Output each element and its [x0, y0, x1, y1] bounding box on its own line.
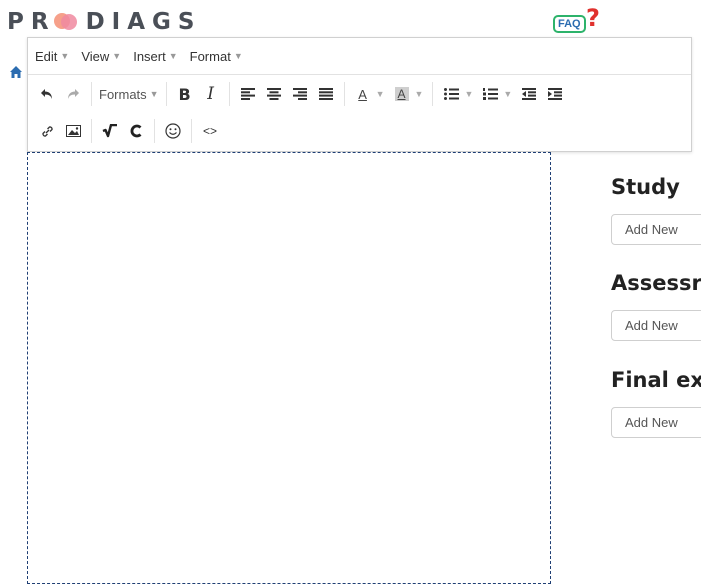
toolbar-separator: [165, 82, 167, 106]
section-title-assessment: Assessr: [611, 271, 701, 295]
menu-edit-label: Edit: [35, 48, 58, 64]
toolbar-separator: [343, 82, 345, 106]
align-justify-icon: [318, 88, 333, 100]
toolbar-separator: [154, 119, 155, 143]
align-right-button[interactable]: [289, 81, 311, 107]
caret-icon: ▼: [60, 51, 70, 61]
toolbar-separator: [432, 82, 434, 106]
bullet-list-button[interactable]: [440, 81, 462, 107]
background-color-caret-icon[interactable]: ▼: [415, 89, 424, 99]
align-justify-button[interactable]: [315, 81, 337, 107]
text-color-button[interactable]: A: [352, 81, 374, 107]
align-left-icon: [240, 88, 255, 100]
undo-button[interactable]: [36, 81, 58, 107]
section-title-final-exam: Final ex: [611, 368, 701, 392]
background-color-label: A: [394, 87, 409, 101]
menu-view[interactable]: View ▼: [81, 49, 121, 64]
prodiags-logo[interactable]: PR DIAGS: [7, 7, 201, 37]
caret-icon: ▼: [168, 51, 178, 61]
outdent-button[interactable]: [518, 81, 540, 107]
editor-toolbar-panel: Edit ▼ View ▼ Insert ▼ Format ▼ Formats ▼ B I…: [27, 37, 692, 152]
indent-button[interactable]: [544, 81, 566, 107]
faq-link[interactable]: FAQ ?: [553, 4, 600, 36]
caret-icon: ▼: [233, 51, 243, 61]
source-code-button[interactable]: <>: [199, 118, 221, 144]
smiley-icon: [165, 123, 181, 139]
redo-icon: [68, 89, 79, 99]
bullet-list-caret-icon[interactable]: ▼: [464, 89, 473, 99]
numbered-list-icon: [482, 88, 498, 100]
insert-image-button[interactable]: [62, 118, 84, 144]
indent-icon: [548, 88, 563, 100]
emoticons-button[interactable]: [162, 118, 184, 144]
bold-button[interactable]: B: [174, 81, 196, 107]
sections-panel: Study Add New Assessr Add New Final ex A…: [600, 170, 701, 450]
section-title-study: Study: [611, 175, 680, 199]
align-right-icon: [292, 88, 307, 100]
chemistry-c-icon: [130, 124, 142, 138]
formats-dropdown[interactable]: Formats ▼: [99, 81, 159, 107]
image-icon: [65, 125, 81, 137]
editor-toolbar-row-1: Formats ▼ B I A ▼ A ▼ ▼ ▼: [28, 75, 691, 113]
editor-toolbar-row-2: <>: [28, 113, 691, 149]
bullet-list-icon: [443, 88, 459, 100]
caret-icon: ▼: [149, 89, 159, 99]
home-icon[interactable]: [10, 66, 22, 78]
redo-button[interactable]: [62, 81, 84, 107]
align-center-button[interactable]: [263, 81, 285, 107]
menu-insert[interactable]: Insert ▼: [133, 49, 177, 64]
chemistry-button[interactable]: [125, 118, 147, 144]
insert-link-button[interactable]: [36, 118, 58, 144]
logo-text-right: DIAGS: [85, 9, 202, 35]
faq-question-icon: ?: [586, 4, 600, 32]
align-left-button[interactable]: [237, 81, 259, 107]
toolbar-separator: [191, 119, 192, 143]
numbered-list-button[interactable]: [479, 81, 501, 107]
faq-label: FAQ: [553, 15, 586, 33]
logo-mark-icon: [53, 11, 80, 33]
undo-icon: [41, 89, 52, 99]
editor-menubar: Edit ▼ View ▼ Insert ▼ Format ▼: [28, 38, 691, 75]
italic-button[interactable]: I: [200, 81, 222, 107]
menu-format-label: Format: [189, 48, 231, 64]
editor-content-area[interactable]: [27, 152, 551, 584]
align-center-icon: [266, 88, 281, 100]
add-new-final-exam-button[interactable]: Add New: [611, 407, 701, 438]
caret-icon: ▼: [112, 51, 122, 61]
menu-view-label: View: [81, 48, 110, 64]
text-color-caret-icon[interactable]: ▼: [376, 89, 385, 99]
menu-edit[interactable]: Edit ▼: [35, 49, 69, 64]
math-equation-button[interactable]: [99, 118, 121, 144]
menu-insert-label: Insert: [133, 48, 166, 64]
menu-format[interactable]: Format ▼: [190, 49, 243, 64]
add-new-assessment-button[interactable]: Add New: [611, 310, 701, 341]
background-color-button[interactable]: A: [391, 81, 413, 107]
numbered-list-caret-icon[interactable]: ▼: [503, 89, 512, 99]
link-icon: [41, 125, 53, 137]
add-new-study-button[interactable]: Add New: [611, 214, 701, 245]
logo-text-left: PR: [7, 9, 56, 35]
formats-label: Formats: [99, 86, 147, 102]
outdent-icon: [522, 88, 537, 100]
toolbar-separator: [91, 82, 92, 106]
toolbar-separator: [228, 82, 230, 106]
square-root-icon: [102, 124, 117, 138]
toolbar-separator: [91, 119, 92, 143]
